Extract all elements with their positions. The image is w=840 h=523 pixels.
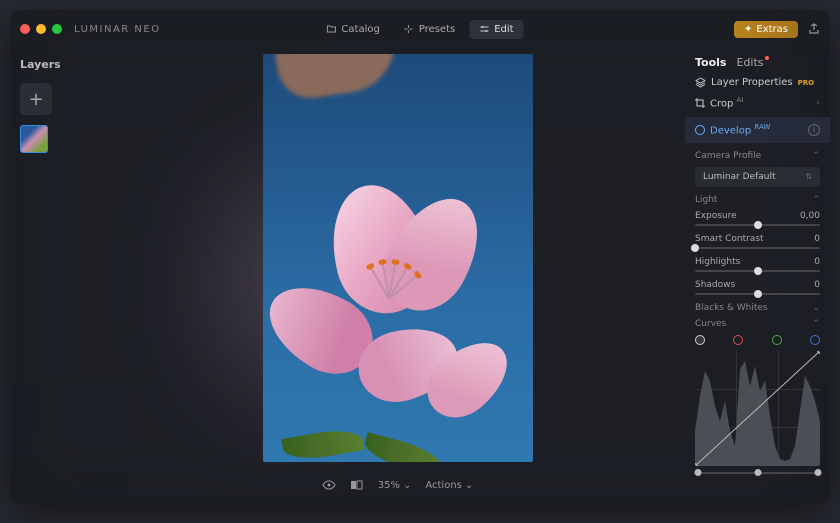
window-controls: [20, 24, 62, 34]
chevron-down-icon: ⌄: [812, 303, 820, 313]
eye-visibility-button[interactable]: [322, 480, 336, 490]
edits-indicator-dot: [765, 56, 769, 60]
minimize-window-button[interactable]: [36, 24, 46, 34]
develop-label: Develop RAW: [710, 123, 770, 136]
layers-icon: [695, 77, 706, 88]
dropdown-arrows-icon: ⇅: [805, 172, 812, 181]
layer-thumbnail[interactable]: [20, 125, 48, 153]
exposure-slider[interactable]: Exposure0,00: [695, 211, 820, 226]
light-header[interactable]: Light ⌃: [695, 195, 820, 205]
sliders-icon: [479, 24, 489, 34]
tab-edit[interactable]: Edit: [469, 20, 523, 39]
tab-tools[interactable]: Tools: [695, 56, 726, 69]
right-panel: Tools Edits Layer Properties PRO Crop AI…: [685, 48, 830, 503]
add-layer-button[interactable]: +: [20, 83, 52, 115]
tab-presets-label: Presets: [419, 24, 455, 35]
shadows-slider[interactable]: Shadows0: [695, 280, 820, 295]
chevron-up-icon: ⌃: [812, 151, 820, 161]
layers-panel: Layers +: [10, 48, 110, 163]
curves-header[interactable]: Curves ⌃: [695, 319, 820, 329]
folder-icon: [326, 24, 336, 34]
curves-channels: [695, 335, 820, 345]
canvas-area[interactable]: [110, 48, 685, 467]
blacks-whites-header[interactable]: Blacks & Whites ⌄: [695, 303, 820, 313]
channel-red[interactable]: [733, 335, 743, 345]
close-window-button[interactable]: [20, 24, 30, 34]
tab-edit-label: Edit: [494, 24, 513, 35]
profile-dropdown[interactable]: Luminar Default ⇅: [695, 167, 820, 187]
info-icon[interactable]: i: [808, 124, 820, 136]
layers-title: Layers: [20, 58, 100, 71]
titlebar: LUMINAR NEO Catalog Presets Edit ✦ Extra…: [10, 10, 830, 48]
curve-point-white[interactable]: [817, 351, 820, 354]
bottom-toolbar: 35% ⌄ Actions ⌄: [110, 467, 685, 503]
curves-label: Curves: [695, 319, 726, 329]
actions-menu[interactable]: Actions ⌄: [425, 480, 473, 491]
app-name: LUMINAR NEO: [74, 24, 161, 35]
chevron-down-icon: ⌄: [465, 480, 473, 491]
extras-label: Extras: [756, 24, 788, 35]
camera-profile-label: Camera Profile: [695, 151, 761, 161]
channel-luminance[interactable]: [695, 335, 705, 345]
blacks-whites-label: Blacks & Whites: [695, 303, 768, 313]
zoom-control[interactable]: 35% ⌄: [378, 480, 412, 491]
pro-badge: PRO: [798, 79, 814, 87]
crop-label: Crop AI: [710, 96, 743, 109]
smart-contrast-slider[interactable]: Smart Contrast0: [695, 234, 820, 249]
channel-blue[interactable]: [810, 335, 820, 345]
view-tabs: Catalog Presets Edit: [316, 20, 523, 39]
bw-range-slider[interactable]: [695, 472, 820, 474]
tab-edits[interactable]: Edits: [736, 56, 768, 69]
sparkle-icon: [404, 24, 414, 34]
tab-presets[interactable]: Presets: [394, 20, 465, 39]
chevron-up-icon: ⌃: [812, 319, 820, 329]
sun-icon: [695, 125, 705, 135]
channel-green[interactable]: [772, 335, 782, 345]
zoom-value: 35%: [378, 480, 400, 491]
crop-row[interactable]: Crop AI ›: [695, 96, 820, 109]
photo-preview: [263, 54, 533, 462]
chevron-up-icon: ⌃: [812, 195, 820, 205]
puzzle-icon: ✦: [744, 24, 752, 35]
extras-button[interactable]: ✦ Extras: [734, 21, 798, 38]
develop-row[interactable]: Develop RAW i: [685, 117, 830, 142]
layer-properties-row[interactable]: Layer Properties PRO: [695, 77, 820, 88]
chevron-down-icon: ⌄: [403, 480, 411, 491]
fullscreen-window-button[interactable]: [52, 24, 62, 34]
light-label: Light: [695, 195, 717, 205]
tab-catalog-label: Catalog: [341, 24, 379, 35]
curves-editor[interactable]: [695, 351, 820, 466]
crop-icon: [695, 98, 705, 108]
camera-profile-header[interactable]: Camera Profile ⌃: [695, 151, 820, 161]
actions-label: Actions: [425, 480, 462, 491]
tab-catalog[interactable]: Catalog: [316, 20, 389, 39]
share-button[interactable]: [808, 23, 820, 35]
highlights-slider[interactable]: Highlights0: [695, 257, 820, 272]
compare-view-button[interactable]: [350, 480, 364, 490]
profile-value: Luminar Default: [703, 172, 776, 182]
layer-properties-label: Layer Properties: [711, 77, 793, 88]
chevron-right-icon: ›: [816, 98, 820, 108]
